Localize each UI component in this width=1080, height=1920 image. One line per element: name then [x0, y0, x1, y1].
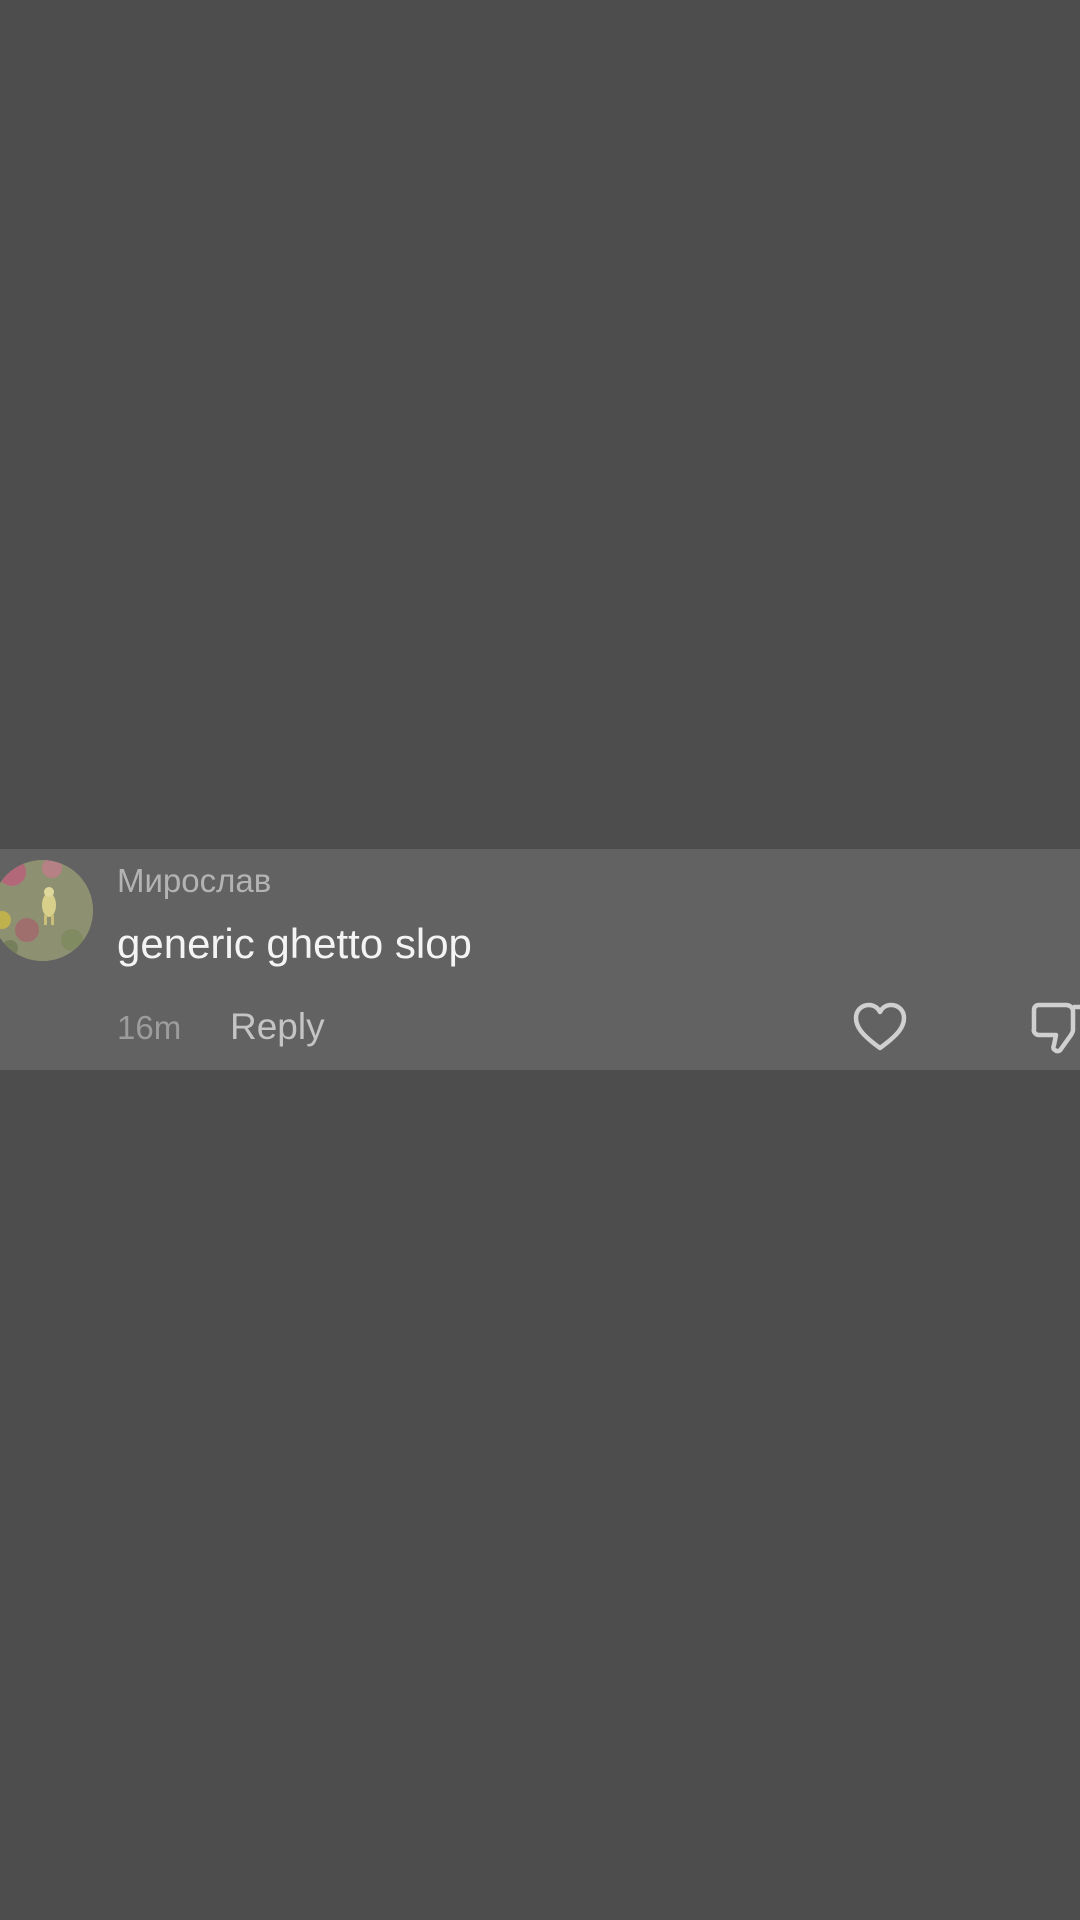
comment-item[interactable]: Мирослав generic ghetto slop 16m Reply — [0, 849, 1080, 1070]
like-button[interactable] — [852, 1002, 908, 1052]
heart-outline-icon — [853, 1002, 907, 1051]
thumbs-down-outline-icon — [1031, 1002, 1080, 1054]
comment-username[interactable]: Мирослав — [117, 864, 271, 897]
avatar[interactable] — [0, 860, 93, 961]
comment-text: generic ghetto slop — [117, 920, 472, 967]
comment-timestamp: 16m — [117, 1009, 182, 1046]
reply-button[interactable]: Reply — [230, 1008, 325, 1045]
avatar-image — [0, 860, 93, 961]
page: Мирослав generic ghetto slop 16m Reply — [0, 0, 1080, 1920]
dislike-button[interactable] — [1028, 1002, 1080, 1054]
